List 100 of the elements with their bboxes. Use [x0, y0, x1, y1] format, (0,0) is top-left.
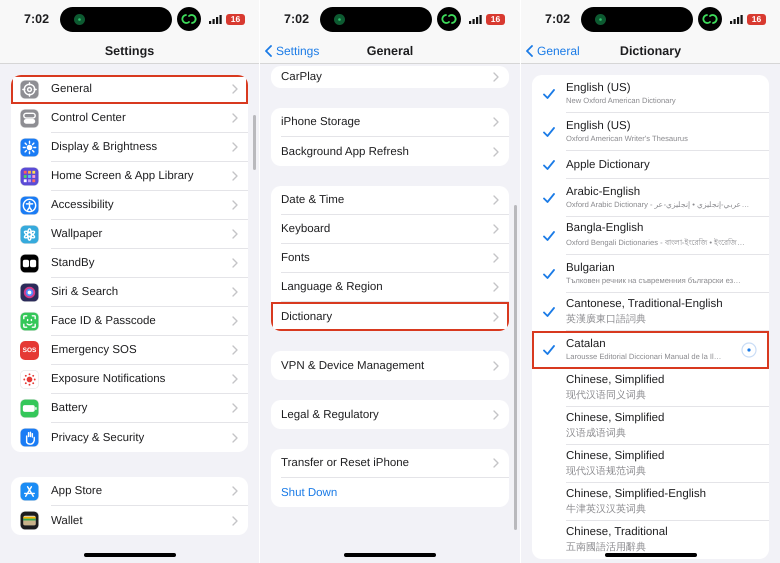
- settings-row[interactable]: Date & Time: [271, 186, 509, 215]
- wallet-icon: [20, 511, 39, 530]
- status-time: 7:02: [24, 12, 50, 26]
- settings-row[interactable]: Keyboard: [271, 215, 509, 244]
- camera-icon: [334, 14, 345, 24]
- settings-row[interactable]: Legal & Regulatory: [271, 400, 509, 429]
- settings-row[interactable]: VPN & Device Management: [271, 351, 509, 380]
- chevron-icon: [493, 410, 499, 420]
- battery-indicator: 16: [486, 14, 505, 24]
- chevron-icon: [493, 224, 499, 234]
- dictionary-name[interactable]: Apple Dictionary: [566, 158, 757, 170]
- back-button[interactable]: Settings: [265, 44, 320, 58]
- link-icon: [698, 7, 722, 31]
- sun-icon: [20, 138, 39, 157]
- signal-icon: [209, 14, 222, 24]
- chevron-icon: [232, 200, 238, 210]
- checkmark-icon[interactable]: [543, 193, 555, 203]
- signal-icon: [730, 14, 743, 24]
- chevron-icon: [232, 516, 238, 526]
- checkmark-icon[interactable]: [543, 89, 555, 99]
- settings-row[interactable]: Privacy & Security: [11, 423, 248, 452]
- chevron-icon: [232, 316, 238, 326]
- camera-icon: [595, 14, 606, 24]
- settings-row[interactable]: Exposure Notifications: [11, 365, 248, 394]
- settings-row[interactable]: Background App Refresh: [271, 137, 509, 166]
- settings-row[interactable]: Home Screen & App Library: [11, 162, 248, 191]
- settings-row[interactable]: Wallpaper: [11, 220, 248, 249]
- battery-icon: [20, 399, 39, 418]
- chevron-icon: [232, 486, 238, 496]
- chevron-icon: [232, 113, 238, 123]
- dictionary-name[interactable]: Chinese, Simplified: [566, 450, 757, 462]
- battery-indicator: 16: [747, 14, 766, 24]
- chevron-icon: [493, 282, 499, 292]
- settings-row[interactable]: iPhone Storage: [271, 108, 509, 137]
- checkmark-icon[interactable]: [543, 231, 555, 241]
- checkmark-icon[interactable]: [543, 345, 555, 355]
- settings-row[interactable]: Siri & Search: [11, 278, 248, 307]
- settings-row[interactable]: Accessibility: [11, 191, 248, 220]
- chevron-icon: [493, 146, 499, 156]
- settings-row[interactable]: Transfer or Reset iPhone: [271, 449, 509, 478]
- dictionary-name[interactable]: Catalan: [566, 338, 741, 350]
- download-progress-icon[interactable]: [741, 342, 757, 358]
- dictionary-name[interactable]: Bulgarian: [566, 262, 757, 274]
- settings-row[interactable]: Display & Brightness: [11, 133, 248, 162]
- status-time: 7:02: [284, 12, 310, 26]
- chevron-icon: [232, 374, 238, 384]
- toggle-icon: [20, 109, 39, 128]
- settings-row[interactable]: StandBy: [11, 249, 248, 278]
- dictionary-description: 现代汉语同义词典: [566, 388, 647, 402]
- chevron-icon: [493, 360, 499, 370]
- orb-icon: [20, 283, 39, 302]
- dictionary-description: 牛津英汉汉英词典: [566, 502, 647, 516]
- dictionary-name[interactable]: Arabic-English: [566, 186, 757, 198]
- dictionary-name[interactable]: Cantonese, Traditional-English: [566, 298, 757, 310]
- settings-row[interactable]: Language & Region: [271, 273, 509, 302]
- dictionary-name[interactable]: Chinese, Simplified: [566, 412, 757, 424]
- dictionary-name[interactable]: Chinese, Traditional: [566, 526, 757, 538]
- app-grid-icon: [20, 167, 39, 186]
- checkmark-icon[interactable]: [543, 160, 555, 170]
- settings-row[interactable]: App Store: [11, 477, 248, 506]
- checkmark-icon[interactable]: [543, 127, 555, 137]
- dictionary-name[interactable]: English (US): [566, 120, 757, 132]
- exposure-icon: [20, 370, 39, 389]
- screen-title: General: [366, 44, 414, 58]
- settings-row[interactable]: CarPlay: [271, 66, 509, 88]
- dictionary-name[interactable]: Chinese, Simplified-English: [566, 488, 757, 500]
- flower-icon: [20, 225, 39, 244]
- settings-row[interactable]: Wallet: [11, 506, 248, 535]
- dictionary-name[interactable]: English (US): [566, 82, 757, 94]
- back-chevron-icon[interactable]: [265, 44, 272, 56]
- dictionary-name[interactable]: Bangla-English: [566, 222, 757, 234]
- battery-indicator: 16: [226, 14, 245, 24]
- gear-icon: [20, 80, 39, 99]
- accessibility-icon: [20, 196, 39, 215]
- settings-row[interactable]: Face ID & Passcode: [11, 307, 248, 336]
- chevron-icon: [493, 253, 499, 263]
- dictionary-description: 英漢廣東口語詞典: [566, 312, 647, 326]
- settings-row[interactable]: Fonts: [271, 244, 509, 273]
- settings-row[interactable]: Battery: [11, 394, 248, 423]
- settings-row[interactable]: General: [11, 75, 248, 104]
- settings-row[interactable]: Control Center: [11, 104, 248, 133]
- checkmark-icon[interactable]: [543, 307, 555, 317]
- chevron-icon: [232, 171, 238, 181]
- dictionary-name[interactable]: Chinese, Simplified: [566, 374, 757, 386]
- app-store-icon: [20, 482, 39, 501]
- back-button[interactable]: General: [526, 44, 580, 58]
- action-row[interactable]: Shut Down: [271, 478, 509, 507]
- checkmark-icon[interactable]: [543, 269, 555, 279]
- face-scan-icon: [20, 312, 39, 331]
- chevron-icon: [232, 229, 238, 239]
- chevron-icon: [493, 117, 499, 127]
- link-icon: [177, 7, 201, 31]
- chevron-icon: [232, 84, 238, 94]
- screen-title: Settings: [104, 44, 154, 58]
- standby-icon: [20, 254, 39, 273]
- dictionary-description: 汉语成语词典: [566, 426, 627, 440]
- back-chevron-icon[interactable]: [526, 44, 533, 56]
- chevron-icon: [493, 72, 499, 82]
- settings-row[interactable]: Dictionary: [271, 302, 509, 331]
- chevron-icon: [232, 142, 238, 152]
